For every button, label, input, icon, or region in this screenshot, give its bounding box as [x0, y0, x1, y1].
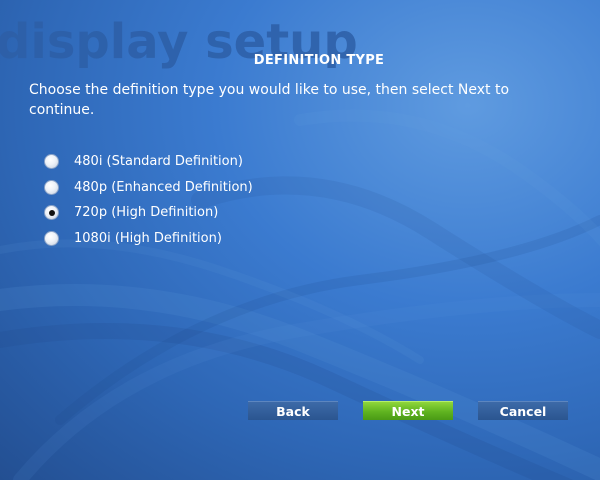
radio-button[interactable]	[44, 154, 59, 170]
option-480i[interactable]: 480i (Standard Definition)	[44, 149, 253, 175]
option-label: 720p (High Definition)	[74, 205, 219, 221]
instructions-text: Choose the definition type you would lik…	[29, 82, 510, 118]
option-1080i[interactable]: 1080i (High Definition)	[44, 226, 253, 252]
radio-button[interactable]	[44, 205, 59, 221]
next-button[interactable]: Next	[363, 401, 453, 420]
option-label: 480i (Standard Definition)	[74, 154, 243, 170]
page-title: DEFINITION TYPE	[253, 53, 385, 68]
radio-button[interactable]	[44, 179, 59, 195]
back-button[interactable]: Back	[248, 401, 338, 420]
option-720p[interactable]: 720p (High Definition)	[44, 200, 253, 226]
cancel-button[interactable]: Cancel	[478, 401, 568, 420]
radio-button[interactable]	[44, 230, 59, 246]
option-label: 480p (Enhanced Definition)	[74, 179, 253, 195]
option-label: 1080i (High Definition)	[74, 230, 222, 246]
option-480p[interactable]: 480p (Enhanced Definition)	[44, 175, 253, 201]
definition-type-options: 480i (Standard Definition) 480p (Enhance…	[44, 149, 253, 251]
